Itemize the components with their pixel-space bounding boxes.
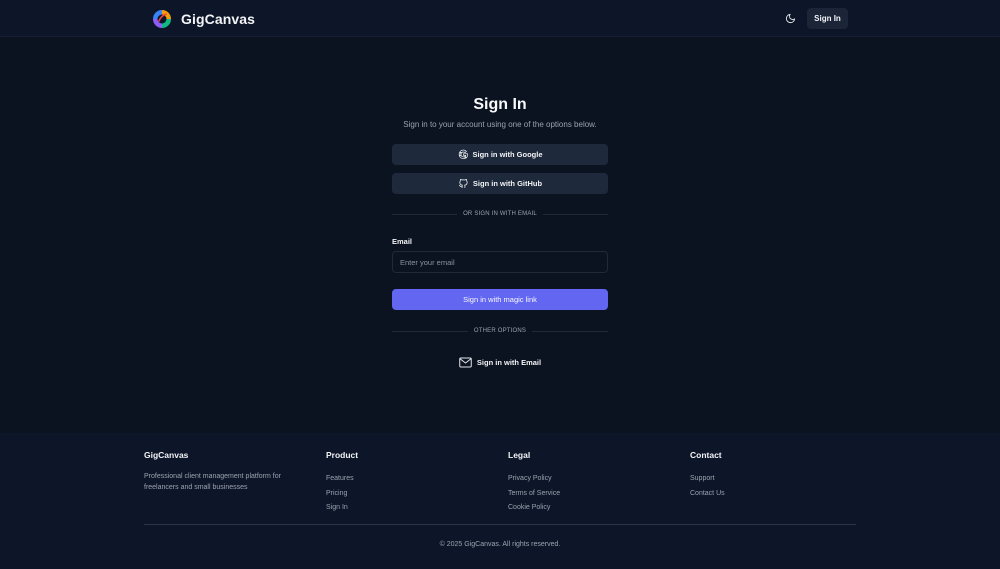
other-options-label: OTHER OPTIONS: [467, 326, 533, 336]
footer: GigCanvas Professional client management…: [0, 433, 1000, 569]
mail-icon: [459, 357, 472, 367]
sign-in-panel: Sign In Sign in to your account using on…: [392, 94, 608, 367]
google-sign-in-label: Sign in with Google: [472, 150, 543, 159]
page-subtitle: Sign in to your account using one of the…: [403, 120, 597, 129]
footer-link-contact-us[interactable]: Contact Us: [690, 487, 725, 502]
brand-name: GigCanvas: [181, 10, 256, 27]
theme-toggle-button[interactable]: [780, 8, 801, 29]
footer-link-terms-of-service[interactable]: Terms of Service: [508, 487, 560, 502]
footer-link-sign-in[interactable]: Sign In: [326, 501, 358, 516]
email-divider: OR SIGN IN WITH EMAIL: [392, 209, 608, 219]
footer-brand-column: GigCanvas Professional client management…: [144, 449, 314, 493]
copyright-text: © 2025 GigCanvas. All rights reserved.: [439, 541, 561, 548]
other-options-divider: OTHER OPTIONS: [392, 326, 608, 336]
email-input[interactable]: [392, 251, 608, 273]
brand-link[interactable]: GigCanvas: [152, 8, 255, 29]
footer-legal-heading: Legal: [508, 450, 531, 460]
google-sign-in-button[interactable]: Sign in with Google: [392, 144, 608, 165]
footer-link-cookie-policy[interactable]: Cookie Policy: [508, 501, 560, 516]
footer-product-column: Product Features Pricing Sign In: [326, 449, 358, 516]
sign-in-with-email-button[interactable]: Sign in with Email: [450, 354, 550, 370]
top-navbar: GigCanvas Sign In: [0, 0, 1000, 37]
google-icon: [458, 149, 468, 159]
footer-link-pricing[interactable]: Pricing: [326, 487, 358, 502]
email-divider-label: OR SIGN IN WITH EMAIL: [457, 209, 543, 219]
footer-contact-column: Contact Support Contact Us: [690, 449, 725, 501]
gigcanvas-logo-icon: [153, 9, 171, 28]
footer-product-heading: Product: [326, 450, 359, 460]
header-sign-in-button[interactable]: Sign In: [807, 8, 848, 29]
footer-divider: [144, 524, 856, 525]
github-icon: [458, 178, 468, 189]
github-sign-in-label: Sign in with GitHub: [472, 179, 543, 188]
page-title: Sign In: [473, 96, 527, 113]
github-sign-in-button[interactable]: Sign in with GitHub: [392, 173, 608, 194]
footer-link-support[interactable]: Support: [690, 472, 725, 487]
email-label: Email: [392, 237, 413, 246]
footer-link-features[interactable]: Features: [326, 472, 358, 487]
moon-icon: [785, 13, 796, 24]
footer-description: Professional client management platform …: [144, 473, 281, 491]
footer-link-privacy-policy[interactable]: Privacy Policy: [508, 472, 560, 487]
footer-legal-column: Legal Privacy Policy Terms of Service Co…: [508, 449, 560, 516]
footer-brand-name: GigCanvas: [144, 450, 189, 460]
magic-link-button[interactable]: Sign in with magic link: [392, 289, 608, 310]
footer-contact-heading: Contact: [690, 450, 722, 460]
sign-in-with-email-label: Sign in with Email: [476, 357, 542, 367]
